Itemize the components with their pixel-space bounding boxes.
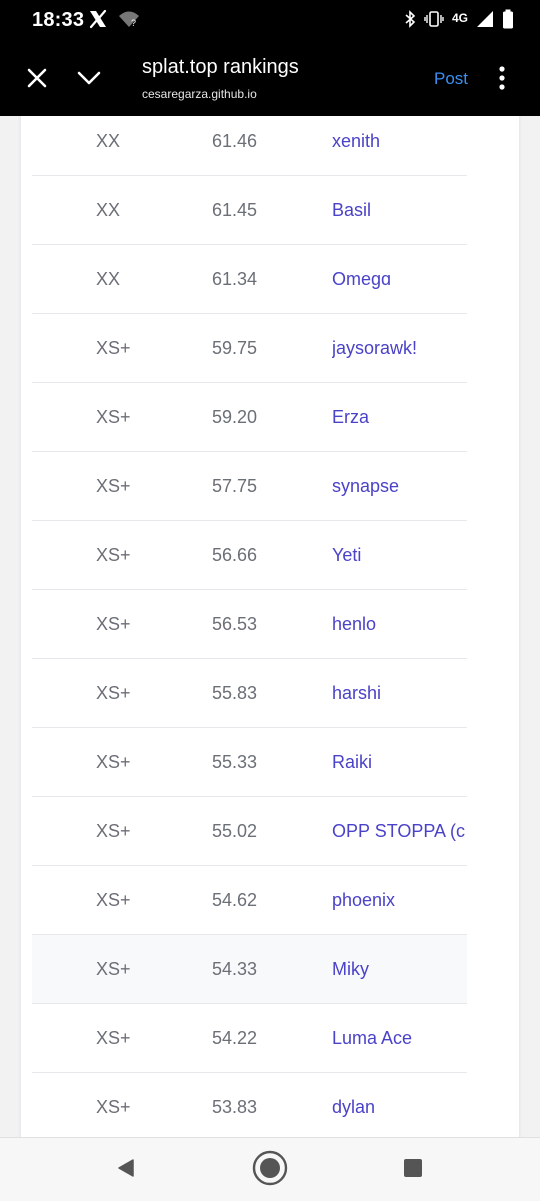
rank-tier: XS+ [96, 683, 131, 703]
system-icons: 4G [404, 9, 514, 34]
rank-score: 61.34 [212, 269, 258, 289]
player-name-link[interactable]: henlo [332, 590, 467, 658]
page-url: cesaregarza.github.io [142, 87, 257, 101]
table-row[interactable]: XX 61.45 Basil [32, 176, 467, 245]
close-icon [26, 67, 48, 94]
player-name-link[interactable]: harshi [332, 659, 467, 727]
rank-score: 59.75 [212, 338, 258, 358]
rank-tier: XS+ [96, 890, 131, 910]
table-row[interactable]: XX 61.34 Omegɑ [32, 245, 467, 314]
page-content[interactable]: XX 61.46 xenith XX 61.45 Basil XX 61.34 Omegɑ XS+… [0, 116, 540, 1137]
table-row[interactable]: XS+ 54.33 Miky [32, 935, 467, 1004]
player-name-link[interactable]: phoenix [332, 866, 467, 934]
rank-score: 55.33 [212, 752, 258, 772]
rank-score: 55.02 [212, 821, 258, 841]
post-button[interactable]: Post [434, 69, 468, 89]
page-title: splat.top rankings [142, 56, 299, 78]
table-row[interactable]: XS+ 59.75 jaysorawk! [32, 314, 467, 383]
rank-tier: XS+ [96, 959, 131, 979]
rank-tier: XS+ [96, 1097, 131, 1117]
browser-toolbar: splat.top rankings cesaregarza.github.io… [0, 42, 540, 116]
player-name-link[interactable]: Erza [332, 383, 467, 451]
player-name-link[interactable]: Miky [332, 935, 467, 1003]
player-name-link[interactable]: jaysorawk! [332, 314, 467, 382]
table-row[interactable]: XS+ 55.33 Raiki [32, 728, 467, 797]
rank-tier: XX [96, 131, 121, 151]
close-button[interactable] [17, 60, 57, 100]
home-button[interactable] [250, 1150, 290, 1190]
rank-tier: XS+ [96, 1028, 131, 1048]
rank-tier: XS+ [96, 821, 131, 841]
table-row[interactable]: XS+ 54.62 phoenix [32, 866, 467, 935]
recents-icon [403, 1158, 423, 1183]
player-name-link[interactable]: dylan [332, 1073, 467, 1137]
chevron-down-icon [77, 70, 101, 91]
home-icon [252, 1150, 288, 1191]
table-row[interactable]: XS+ 53.83 dylan [32, 1073, 467, 1137]
rank-score: 56.66 [212, 545, 258, 565]
vibrate-icon [424, 10, 444, 33]
svg-text:?: ? [131, 18, 136, 28]
player-name-link[interactable]: Yeti [332, 521, 467, 589]
table-row[interactable]: XS+ 56.53 henlo [32, 590, 467, 659]
rank-score: 55.83 [212, 683, 258, 703]
rank-score: 61.46 [212, 131, 258, 151]
wifi-unknown-icon: ? [118, 9, 140, 34]
rank-score: 54.33 [212, 959, 258, 979]
rank-score: 54.22 [212, 1028, 258, 1048]
more-vertical-icon [498, 65, 506, 95]
rank-tier: XS+ [96, 614, 131, 634]
rank-tier: XS+ [96, 752, 131, 772]
rank-tier: XS+ [96, 545, 131, 565]
signal-icon [476, 10, 494, 33]
notification-icons: ? [88, 9, 140, 34]
minimize-button[interactable] [69, 60, 109, 100]
player-name-link[interactable]: xenith [332, 116, 467, 175]
back-button[interactable] [106, 1150, 146, 1190]
more-options-button[interactable] [482, 60, 522, 100]
table-row[interactable]: XS+ 55.83 harshi [32, 659, 467, 728]
table-row[interactable]: XS+ 54.22 Luma Ace [32, 1004, 467, 1073]
navigation-bar [0, 1137, 540, 1201]
table-row[interactable]: XS+ 55.02 OPP STOPPA (c [32, 797, 467, 866]
rank-score: 56.53 [212, 614, 258, 634]
rank-tier: XS+ [96, 338, 131, 358]
player-name-link[interactable]: Raiki [332, 728, 467, 796]
rank-score: 59.20 [212, 407, 258, 427]
player-name-link[interactable]: Basil [332, 176, 467, 244]
rank-score: 57.75 [212, 476, 258, 496]
player-name-link[interactable]: synapse [332, 452, 467, 520]
rank-score: 53.83 [212, 1097, 258, 1117]
rank-tier: XS+ [96, 407, 131, 427]
bluetooth-icon [404, 9, 416, 33]
rank-score: 54.62 [212, 890, 258, 910]
table-row[interactable]: XS+ 59.20 Erza [32, 383, 467, 452]
rank-tier: XX [96, 200, 121, 220]
x-logo-icon [88, 9, 108, 34]
network-label: 4G [451, 11, 468, 25]
player-name-link[interactable]: OPP STOPPA (c [332, 797, 467, 865]
battery-icon [502, 9, 514, 34]
table-row[interactable]: XS+ 56.66 Yeti [32, 521, 467, 590]
rank-tier: XS+ [96, 476, 131, 496]
back-icon [116, 1158, 136, 1183]
table-row[interactable]: XX 61.46 xenith [32, 116, 467, 176]
player-name-link[interactable]: Omegɑ [332, 245, 467, 313]
player-name-link[interactable]: Luma Ace [332, 1004, 467, 1072]
recents-button[interactable] [393, 1150, 433, 1190]
rank-score: 61.45 [212, 200, 258, 220]
rankings-table: XX 61.46 xenith XX 61.45 Basil XX 61.34 Omegɑ XS+… [32, 116, 467, 1137]
status-time: 18:33 [32, 9, 85, 31]
rank-tier: XX [96, 269, 121, 289]
status-bar: 18:33 ? 4G [0, 0, 540, 42]
table-row[interactable]: XS+ 57.75 synapse [32, 452, 467, 521]
